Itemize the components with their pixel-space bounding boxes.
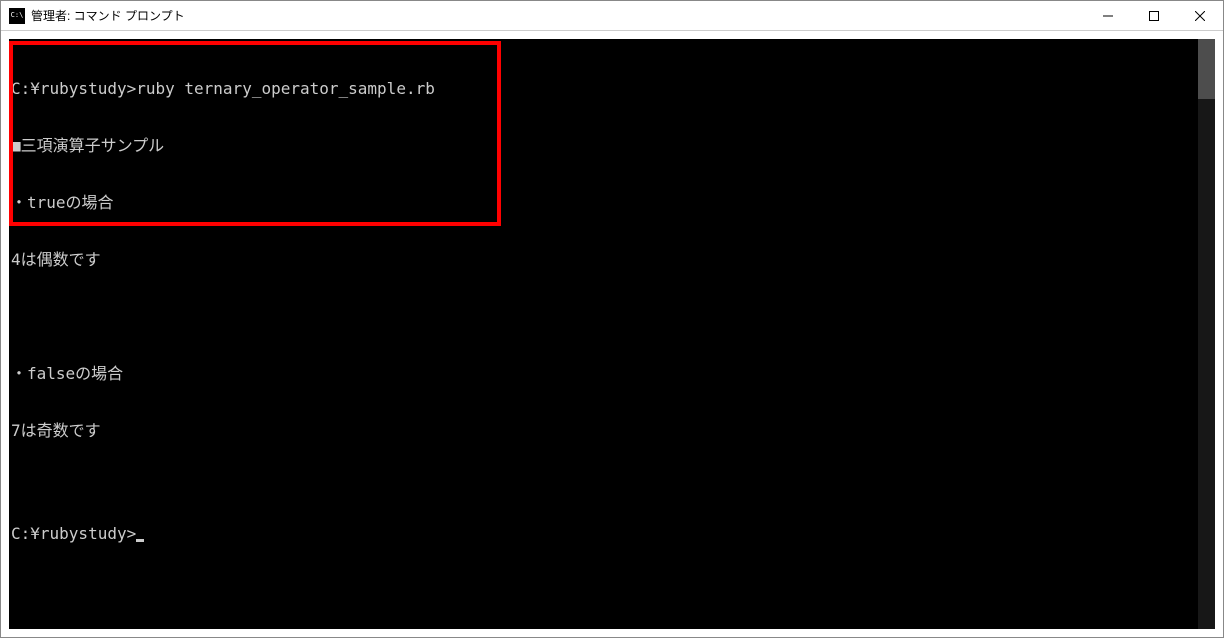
terminal-line: ・falseの場合: [9, 364, 1198, 383]
terminal-content: C:¥rubystudy>ruby ternary_operator_sampl…: [9, 39, 1198, 629]
cursor: [136, 539, 144, 542]
scrollbar-thumb[interactable]: [1198, 39, 1215, 99]
maximize-icon: [1149, 11, 1159, 21]
terminal-line: 7は奇数です: [9, 421, 1198, 440]
prompt-text: C:¥rubystudy>: [11, 524, 136, 543]
terminal-area[interactable]: C:¥rubystudy>ruby ternary_operator_sampl…: [1, 31, 1223, 637]
command-prompt-window: 管理者: コマンド プロンプト C:¥r: [0, 0, 1224, 638]
terminal-line: ・trueの場合: [9, 193, 1198, 212]
app-icon: [9, 8, 25, 24]
maximize-button[interactable]: [1131, 1, 1177, 31]
minimize-button[interactable]: [1085, 1, 1131, 31]
current-prompt-line: C:¥rubystudy>: [9, 524, 1198, 543]
terminal-line: 4は偶数です: [9, 250, 1198, 269]
minimize-icon: [1103, 11, 1113, 21]
titlebar[interactable]: 管理者: コマンド プロンプト: [1, 1, 1223, 31]
window-title: 管理者: コマンド プロンプト: [31, 7, 185, 24]
scrollbar[interactable]: [1198, 39, 1215, 629]
prompt-area: C:¥rubystudy>: [9, 486, 1198, 581]
terminal-line: C:¥rubystudy>ruby ternary_operator_sampl…: [9, 79, 1198, 98]
window-controls: [1085, 1, 1223, 31]
terminal-line: [9, 307, 1198, 326]
close-button[interactable]: [1177, 1, 1223, 31]
close-icon: [1195, 11, 1205, 21]
terminal-line: ■三項演算子サンプル: [9, 136, 1198, 155]
